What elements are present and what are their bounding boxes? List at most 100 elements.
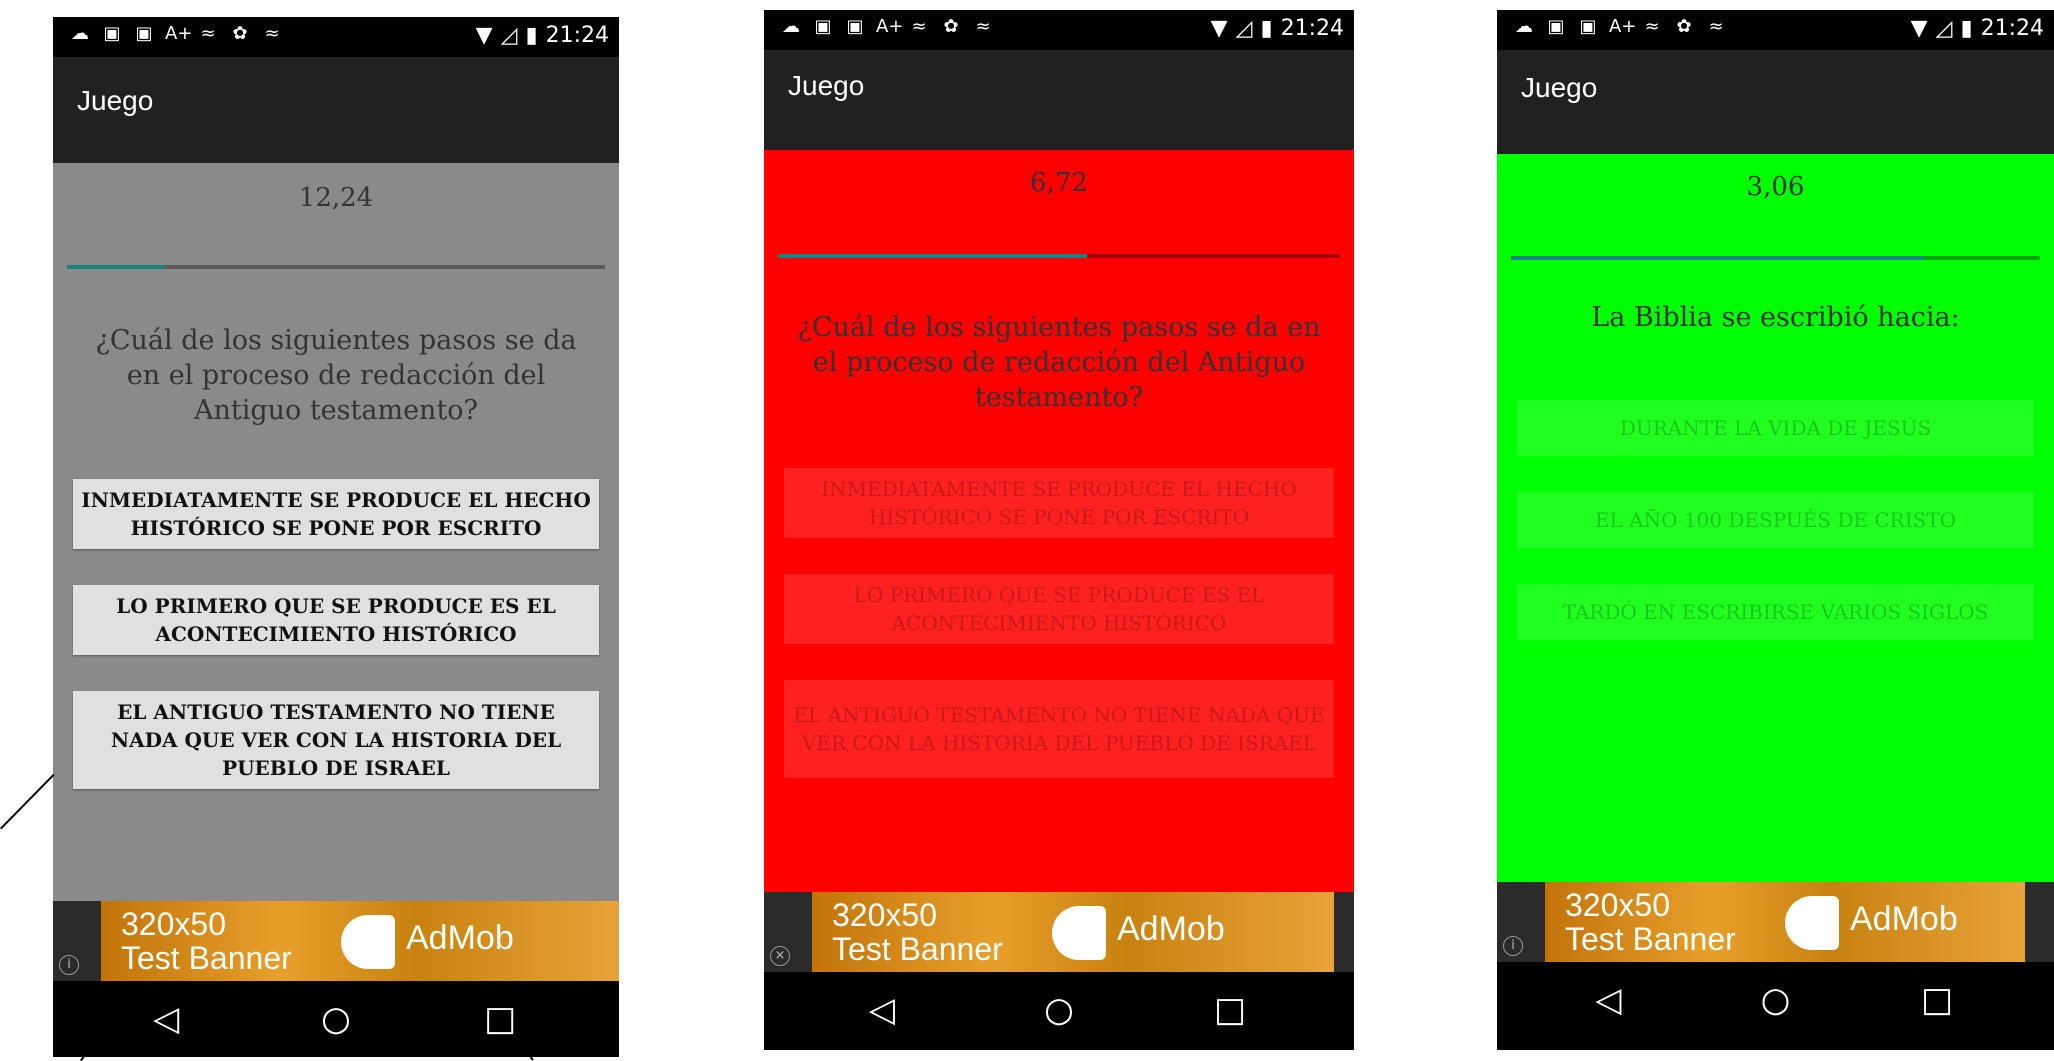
gallery-icon: ▣ (814, 16, 832, 37)
home-button[interactable]: ○ (316, 999, 356, 1039)
answer-button-2[interactable]: LO PRIMERO QUE SE PRODUCE ES EL ACONTECI… (784, 574, 1334, 644)
status-icons: ☁ ▣ ▣ A+ ≈ ✿ ≈ (1513, 16, 1727, 38)
status-time: 21:24 (1980, 16, 2044, 41)
android-icon: ✿ (232, 23, 248, 44)
home-button[interactable]: ○ (1756, 980, 1796, 1020)
answer-button-1[interactable]: INMEDIATAMENTE SE PRODUCE EL HECHO HISTÓ… (73, 479, 599, 549)
battery-icon: ▮ (525, 23, 538, 48)
ad-banner[interactable]: 320x50 Test Banner AdMob i (1497, 882, 2054, 962)
ad-test-label: Test Banner (832, 931, 1003, 967)
answer-button-3[interactable]: EL ANTIGUO TESTAMENTO NO TIENE NADA QUE … (73, 691, 599, 789)
ad-size-label: 320x50 (121, 906, 226, 942)
answer-button-3[interactable]: EL ANTIGUO TESTAMENTO NO TIENE NADA QUE … (784, 680, 1334, 778)
quiz-content: 3,06 La Biblia se escribió hacia: DURANTE … (1497, 154, 2054, 882)
recents-button[interactable]: □ (1917, 980, 1957, 1020)
admob-brand-text: AdMob (1850, 900, 1958, 938)
navigation-bar: ◁ ○ □ (53, 981, 619, 1057)
signal-graph-icon: ≈ (975, 16, 991, 37)
ad-test-label: Test Banner (1565, 921, 1736, 957)
question-text: La Biblia se escribió hacia: (1591, 302, 1960, 333)
phone-screen-1: ☁ ▣ ▣ A+ ≈ ✿ ≈ ▼ ◿ ▮ 21:24 Juego 12,24 ¿Cuál de los s… (53, 17, 619, 1057)
ad-size-label: 320x50 (832, 897, 937, 933)
recents-button[interactable]: □ (1210, 990, 1250, 1030)
answer-button-2[interactable]: LO PRIMERO QUE SE PRODUCE ES EL ACONTECI… (73, 585, 599, 655)
weather-icon: ☁ (782, 16, 800, 37)
ad-banner-text: 320x50 Test Banner (832, 898, 1003, 966)
status-time: 21:24 (1280, 16, 1344, 41)
ad-banner[interactable]: 320x50 Test Banner AdMob × (764, 892, 1354, 972)
answer-button-2[interactable]: EL AÑO 100 DESPUÉS DE CRISTO (1517, 492, 2034, 548)
back-button[interactable]: ◁ (1588, 980, 1628, 1020)
status-right: ▼ ◿ ▮ 21:24 (1911, 16, 2044, 41)
countdown-timer: 3,06 (1746, 172, 1805, 202)
countdown-timer: 12,24 (298, 183, 374, 213)
question-text: ¿Cuál de los siguientes pasos se da en e… (797, 312, 1321, 413)
status-bar: ☁ ▣ ▣ A+ ≈ ✿ ≈ ▼ ◿ ▮ 21:24 (53, 17, 619, 57)
wifi-icon: ▼ (1910, 16, 1928, 41)
app-bar: Juego (764, 50, 1354, 150)
home-button[interactable]: ○ (1039, 990, 1079, 1030)
question-text: ¿Cuál de los siguientes pasos se da en e… (95, 325, 577, 426)
gallery-icon: ▣ (103, 23, 121, 44)
phone-screen-2: ☁ ▣ ▣ A+ ≈ ✿ ≈ ▼ ◿ ▮ 21:24 Juego 6,72 ¿Cuál de los si… (764, 10, 1354, 1050)
time-progress-bar (1511, 256, 2040, 260)
accessibility-icon: A+ (1609, 16, 1637, 37)
admob-brand-text: AdMob (1117, 910, 1225, 948)
android-icon: ✿ (943, 16, 959, 37)
status-right: ▼ ◿ ▮ 21:24 (1211, 16, 1344, 41)
ad-banner-image: 320x50 Test Banner AdMob (101, 901, 619, 981)
answer-button-3[interactable]: TARDÓ EN ESCRIBIRSE VARIOS SIGLOS (1517, 584, 2034, 640)
answer-button-1[interactable]: DURANTE LA VIDA DE JESÚS (1517, 400, 2034, 456)
ad-banner-text: 320x50 Test Banner (121, 907, 292, 975)
cell-signal-icon: ◿ (1935, 16, 1953, 41)
status-icons: ☁ ▣ ▣ A+ ≈ ✿ ≈ (69, 23, 283, 45)
wifi-icon: ▼ (1210, 16, 1228, 41)
close-icon[interactable]: × (770, 946, 790, 966)
navigation-bar: ◁ ○ □ (1497, 962, 2054, 1050)
gallery-icon: ▣ (1547, 16, 1565, 37)
line-app-icon: ▣ (846, 16, 864, 37)
back-button[interactable]: ◁ (146, 999, 186, 1039)
app-title: Juego (788, 70, 865, 101)
annotation-line-left (0, 774, 55, 830)
navigation-bar: ◁ ○ □ (764, 972, 1354, 1050)
ad-banner[interactable]: 320x50 Test Banner AdMob i (53, 901, 619, 981)
ad-banner-text: 320x50 Test Banner (1565, 888, 1736, 956)
cell-signal-icon: ◿ (500, 23, 518, 48)
line-app-icon: ▣ (1579, 16, 1597, 37)
info-icon[interactable]: i (59, 955, 79, 975)
battery-icon: ▮ (1260, 16, 1273, 41)
accessibility-icon: A+ (876, 16, 904, 37)
status-bar: ☁ ▣ ▣ A+ ≈ ✿ ≈ ▼ ◿ ▮ 21:24 (764, 10, 1354, 50)
admob-brand-text: AdMob (406, 919, 514, 957)
recents-button[interactable]: □ (480, 999, 520, 1039)
line-app-icon: ▣ (135, 23, 153, 44)
status-right: ▼ ◿ ▮ 21:24 (476, 23, 609, 48)
battery-icon: ▮ (1960, 16, 1973, 41)
status-bar: ☁ ▣ ▣ A+ ≈ ✿ ≈ ▼ ◿ ▮ 21:24 (1497, 10, 2054, 50)
signal-graph-icon: ≈ (1708, 16, 1724, 37)
phone-screen-3: ☁ ▣ ▣ A+ ≈ ✿ ≈ ▼ ◿ ▮ 21:24 Juego 3,06 La Biblia se es… (1497, 10, 2054, 1050)
ad-test-label: Test Banner (121, 940, 292, 976)
app-title: Juego (77, 85, 154, 116)
ad-banner-image: 320x50 Test Banner AdMob (812, 892, 1334, 972)
back-button[interactable]: ◁ (862, 990, 902, 1030)
admob-logo-icon (1052, 906, 1106, 960)
info-icon[interactable]: i (1503, 936, 1523, 956)
ad-size-label: 320x50 (1565, 887, 1670, 923)
status-icons: ☁ ▣ ▣ A+ ≈ ✿ ≈ (780, 16, 994, 38)
quiz-content: 12,24 ¿Cuál de los siguientes pasos se da… (53, 163, 619, 901)
signal-graph-icon: ≈ (1644, 16, 1660, 37)
answer-button-1[interactable]: INMEDIATAMENTE SE PRODUCE EL HECHO HISTÓ… (784, 468, 1334, 538)
wifi-icon: ▼ (475, 23, 493, 48)
status-time: 21:24 (545, 23, 609, 48)
ad-banner-image: 320x50 Test Banner AdMob (1545, 882, 2025, 962)
quiz-content: 6,72 ¿Cuál de los siguientes pasos se da … (764, 150, 1354, 892)
time-progress-bar (67, 265, 605, 269)
app-bar: Juego (1497, 50, 2054, 154)
time-progress-bar (778, 254, 1340, 258)
signal-graph-icon: ≈ (264, 23, 280, 44)
cell-signal-icon: ◿ (1235, 16, 1253, 41)
android-icon: ✿ (1676, 16, 1692, 37)
time-progress-fill (1511, 256, 1924, 260)
